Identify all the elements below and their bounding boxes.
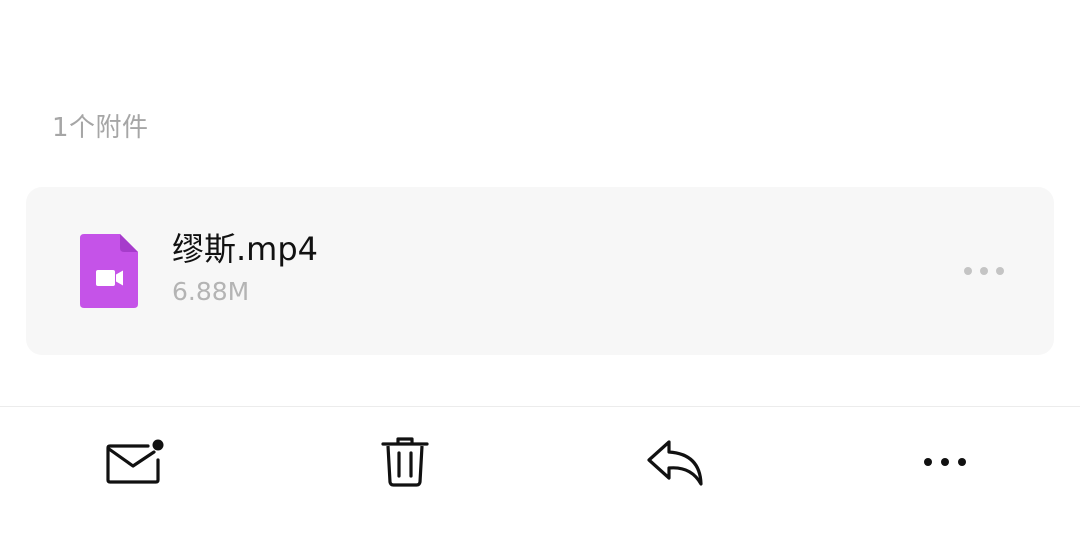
more-dot (958, 458, 966, 466)
more-icon (924, 458, 966, 466)
toolbar-divider (0, 406, 1080, 407)
mail-attachment-view: 1个附件 缪斯.mp4 6.88M (0, 0, 1080, 537)
attachment-more-button[interactable] (952, 250, 1016, 292)
attachment-file-size: 6.88M (172, 277, 250, 306)
attachments-count-label: 1个附件 (52, 113, 149, 143)
trash-icon (381, 436, 429, 488)
more-dot (964, 267, 972, 275)
more-dot (980, 267, 988, 275)
more-dot (996, 267, 1004, 275)
reply-button[interactable] (639, 428, 711, 496)
mark-unread-button[interactable] (99, 428, 171, 496)
attachment-card[interactable] (26, 187, 1054, 355)
attachment-file-name[interactable]: 缪斯.mp4 (172, 227, 318, 271)
more-dot (924, 458, 932, 466)
more-options-button[interactable] (909, 428, 981, 496)
video-file-icon (80, 234, 138, 308)
reply-icon (645, 438, 705, 486)
delete-button[interactable] (369, 428, 441, 496)
mark-unread-mail-icon (106, 438, 164, 486)
more-dot (941, 458, 949, 466)
